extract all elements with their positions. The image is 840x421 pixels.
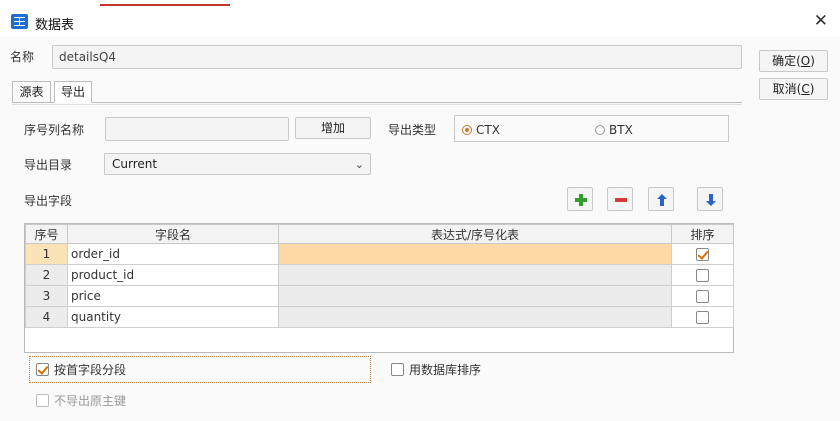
export-dir-value: Current xyxy=(112,157,158,171)
delete-row-icon[interactable] xyxy=(607,187,633,211)
sort-checkbox[interactable] xyxy=(696,269,709,282)
row-expression[interactable] xyxy=(278,306,672,328)
sort-checkbox[interactable] xyxy=(696,248,709,261)
table-row[interactable]: 4 quantity xyxy=(25,306,734,328)
sort-checkbox[interactable] xyxy=(696,290,709,303)
row-sort-cell xyxy=(671,243,734,265)
segment-label: 按首字段分段 xyxy=(54,363,127,377)
fields-table: 序号 字段名 表达式/序号化表 排序 1 order_id 2 product_… xyxy=(24,223,734,353)
no-export-pk-label: 不导出原主键 xyxy=(54,394,127,408)
export-table-dialog: 数据表 ✕ 名称 detailsQ4 确定(O) 取消(C) 源表 导出 序号列… xyxy=(0,6,840,421)
name-field[interactable]: detailsQ4 xyxy=(52,45,742,69)
add-row-icon[interactable] xyxy=(567,187,593,211)
seq-col-label: 序号列名称 xyxy=(24,123,85,137)
window-title: 数据表 xyxy=(35,18,75,33)
export-type-label: 导出类型 xyxy=(388,123,437,137)
export-dir-label: 导出目录 xyxy=(24,158,73,172)
table-row[interactable]: 2 product_id xyxy=(25,264,734,286)
sort-checkbox[interactable] xyxy=(696,311,709,324)
row-expression[interactable] xyxy=(278,243,672,265)
ok-accelerator: O xyxy=(800,54,811,68)
name-label: 名称 xyxy=(10,50,35,64)
row-field-name[interactable]: price xyxy=(67,285,279,307)
row-sort-cell xyxy=(671,285,734,307)
radio-ctx-label: CTX xyxy=(476,123,500,137)
db-sort-checkbox[interactable] xyxy=(391,363,404,376)
ok-button-label: 确定 xyxy=(772,54,797,68)
cancel-accelerator: C xyxy=(801,82,810,96)
move-down-icon[interactable] xyxy=(697,187,723,211)
table-row[interactable]: 1 order_id xyxy=(25,243,734,265)
row-expression[interactable] xyxy=(278,264,672,286)
fields-table-body: 序号 字段名 表达式/序号化表 排序 1 order_id 2 product_… xyxy=(25,224,734,328)
ok-button[interactable]: 确定(O) xyxy=(759,50,828,72)
radio-btx-dot xyxy=(595,125,605,135)
row-seq: 2 xyxy=(25,264,68,286)
no-export-pk-option[interactable]: 不导出原主键 xyxy=(36,392,126,409)
tab-strip-line xyxy=(12,102,742,103)
table-row[interactable]: 3 price xyxy=(25,285,734,307)
radio-btx[interactable]: BTX xyxy=(595,123,633,137)
tab-export[interactable]: 导出 xyxy=(54,81,92,103)
move-up-icon[interactable] xyxy=(648,187,674,211)
row-field-name[interactable]: product_id xyxy=(67,264,279,286)
row-sort-cell xyxy=(671,264,734,286)
db-sort-label: 用数据库排序 xyxy=(409,363,482,377)
no-export-pk-checkbox[interactable] xyxy=(36,394,49,407)
add-button[interactable]: 增加 xyxy=(295,117,371,139)
radio-ctx-dot xyxy=(462,125,472,135)
col-header-field[interactable]: 字段名 xyxy=(67,224,279,244)
radio-ctx[interactable]: CTX xyxy=(462,123,500,137)
chevron-down-icon: ⌄ xyxy=(354,158,364,171)
title-bar: 数据表 ✕ xyxy=(0,6,840,36)
segment-checkbox[interactable] xyxy=(36,363,49,376)
row-field-name[interactable]: order_id xyxy=(67,243,279,265)
row-field-name[interactable]: quantity xyxy=(67,306,279,328)
col-header-seq[interactable]: 序号 xyxy=(25,224,68,244)
table-header-row: 序号 字段名 表达式/序号化表 排序 xyxy=(25,224,734,244)
segment-by-first-field-option[interactable]: 按首字段分段 xyxy=(29,356,371,383)
export-fields-label: 导出字段 xyxy=(24,194,73,208)
col-header-sort[interactable]: 排序 xyxy=(671,224,734,244)
col-header-expr[interactable]: 表达式/序号化表 xyxy=(278,224,672,244)
radio-btx-label: BTX xyxy=(609,123,633,137)
row-seq: 4 xyxy=(25,306,68,328)
cancel-button[interactable]: 取消(C) xyxy=(759,78,828,100)
export-dir-select[interactable]: Current ⌄ xyxy=(104,153,371,175)
row-sort-cell xyxy=(671,306,734,328)
row-seq: 3 xyxy=(25,285,68,307)
tab-strip-line-inner xyxy=(12,104,742,105)
table-app-icon xyxy=(11,14,28,29)
export-type-group: CTX BTX xyxy=(454,115,729,142)
cancel-button-label: 取消 xyxy=(772,82,797,96)
db-sort-option[interactable]: 用数据库排序 xyxy=(391,361,481,378)
row-seq: 1 xyxy=(25,243,68,265)
close-icon[interactable]: ✕ xyxy=(814,11,828,31)
seq-col-input[interactable] xyxy=(105,117,289,141)
tab-source-table[interactable]: 源表 xyxy=(12,81,51,103)
row-expression[interactable] xyxy=(278,285,672,307)
